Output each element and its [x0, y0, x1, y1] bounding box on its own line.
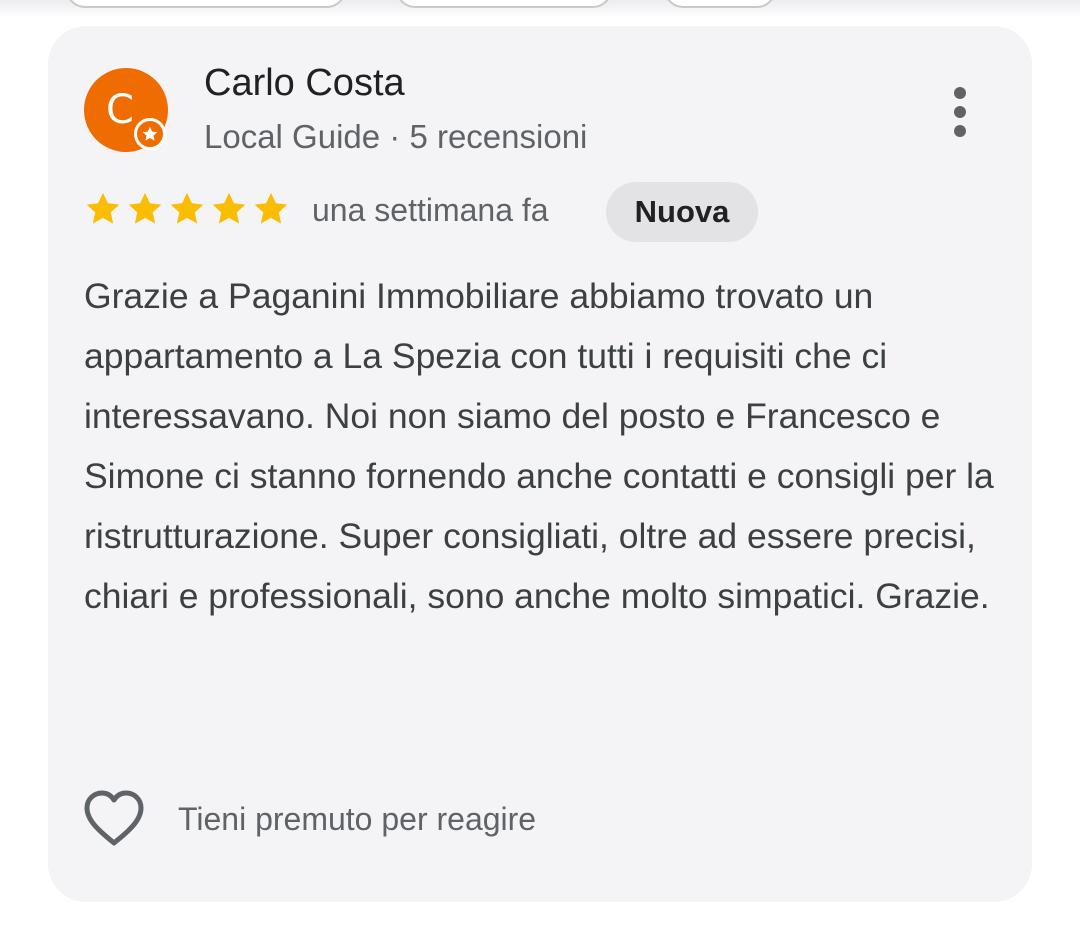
- filter-chip[interactable]: [396, 0, 612, 8]
- react-button[interactable]: Tieni premuto per reagire: [82, 788, 536, 850]
- review-date: una settimana fa: [312, 192, 549, 228]
- author-name[interactable]: Carlo Costa: [204, 62, 405, 105]
- avatar-initial: C: [106, 87, 134, 133]
- review-text: Grazie a Paganini Immobiliare abbiamo tr…: [84, 276, 994, 616]
- star-icon: [212, 192, 246, 224]
- more-vert-icon[interactable]: [934, 80, 986, 144]
- author-meta: Local Guide · 5 recensioni: [204, 118, 588, 155]
- filter-chip[interactable]: [66, 0, 346, 8]
- star-icon: [128, 192, 162, 224]
- filter-chip[interactable]: [664, 0, 776, 8]
- top-filter-strip: [0, 0, 1080, 18]
- star-icon: [170, 192, 204, 224]
- heart-outline-icon: [84, 790, 144, 846]
- star-rating: [84, 190, 290, 228]
- star-icon: [86, 192, 120, 224]
- local-guide-star-icon: [134, 118, 166, 150]
- star-icon: [254, 192, 288, 224]
- react-label: Tieni premuto per reagire: [178, 800, 537, 837]
- new-badge: Nuova: [606, 182, 758, 242]
